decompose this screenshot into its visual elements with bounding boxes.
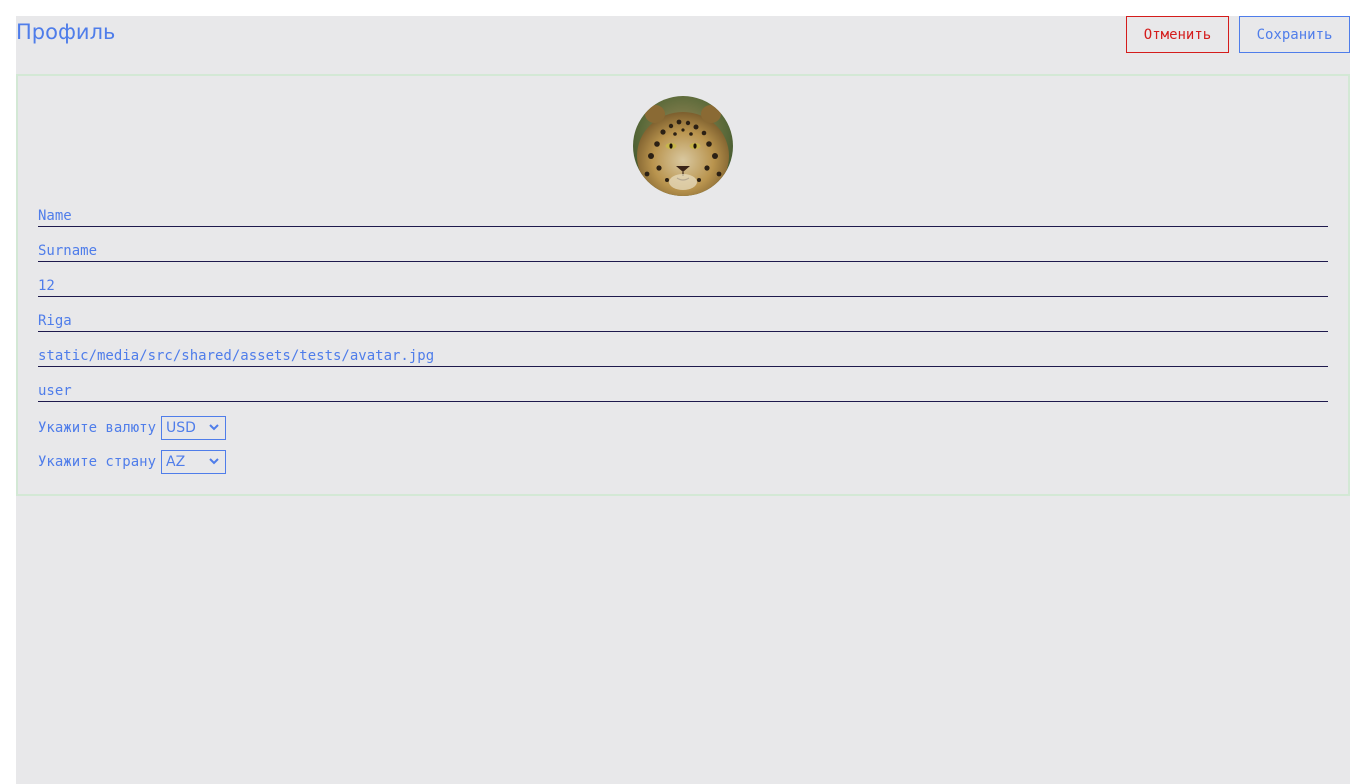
save-button[interactable]: Сохранить xyxy=(1239,16,1350,53)
last-name-input[interactable] xyxy=(38,240,1328,262)
avatar-url-input[interactable] xyxy=(38,345,1328,367)
cancel-button[interactable]: Отменить xyxy=(1126,16,1229,53)
chevron-down-icon xyxy=(209,458,219,465)
avatar xyxy=(633,96,733,196)
currency-select[interactable]: USD xyxy=(161,416,227,440)
currency-label: Укажите валюту xyxy=(38,420,157,436)
currency-select-row: Укажите валюту USD xyxy=(38,416,227,440)
first-name-input[interactable] xyxy=(38,205,1328,227)
profile-card: Укажите валюту USD Укажите страну AZ xyxy=(16,74,1350,496)
country-select-value: AZ xyxy=(166,454,186,470)
leopard-avatar-icon xyxy=(633,96,733,196)
country-label: Укажите страну xyxy=(38,454,157,470)
age-input[interactable] xyxy=(38,275,1328,297)
page-title: Профиль xyxy=(16,20,116,44)
chevron-down-icon xyxy=(209,424,219,431)
country-select-row: Укажите страну AZ xyxy=(38,450,227,474)
profile-page: Профиль Отменить Сохранить Name Surname … xyxy=(16,16,1350,784)
city-input[interactable] xyxy=(38,310,1328,332)
country-select[interactable]: AZ xyxy=(161,450,227,474)
currency-select-value: USD xyxy=(166,420,196,436)
username-input[interactable] xyxy=(38,380,1328,402)
